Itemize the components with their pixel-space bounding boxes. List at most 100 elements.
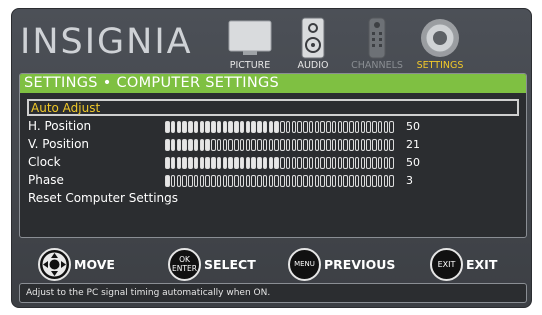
tv-icon	[228, 20, 272, 55]
tab-picture[interactable]: PICTURE	[222, 15, 278, 73]
slider-segment	[245, 157, 251, 169]
osd-menu: INSIGNIA PICTURE AUDIO CHANNELS SETTINGS…	[11, 8, 532, 308]
slider-segment	[193, 175, 199, 187]
slider-segment	[257, 121, 262, 133]
slider-segment	[360, 139, 366, 151]
slider-segment	[285, 139, 291, 151]
slider-segment	[291, 121, 297, 133]
menu-item-reset-computer-settings[interactable]: Reset Computer Settings	[24, 190, 522, 207]
legend-select: OK ENTER SELECT	[168, 245, 256, 283]
slider-segment	[314, 121, 320, 133]
help-text: Adjust to the PC signal timing automatic…	[19, 283, 527, 303]
h-position-value: 50	[406, 120, 420, 133]
slider-segment	[193, 139, 199, 151]
slider-segment	[182, 175, 187, 187]
legend-previous: MENU PREVIOUS	[288, 245, 395, 283]
menu-item-auto-adjust[interactable]: Auto Adjust	[27, 99, 519, 116]
slider-segment	[320, 157, 325, 169]
slider-segment	[262, 175, 268, 187]
h-position-slider[interactable]	[165, 121, 394, 133]
insignia-logo: INSIGNIA	[20, 22, 193, 62]
slider-segment	[337, 121, 343, 133]
slider-segment	[216, 157, 222, 169]
slider-segment	[291, 175, 297, 187]
slider-segment	[245, 121, 251, 133]
slider-segment	[239, 139, 245, 151]
slider-segment	[372, 121, 377, 133]
slider-segment	[205, 139, 210, 151]
tab-settings[interactable]: SETTINGS	[412, 15, 468, 73]
menu-item-label: H. Position	[28, 119, 92, 133]
slider-segment	[257, 175, 262, 187]
slider-segment	[274, 175, 279, 187]
slider-segment	[331, 139, 337, 151]
slider-segment	[285, 175, 291, 187]
slider-segment	[377, 139, 383, 151]
slider-segment	[308, 121, 314, 133]
slider-segment	[165, 139, 170, 151]
slider-segment	[251, 139, 256, 151]
slider-segment	[251, 175, 256, 187]
tab-channels[interactable]: CHANNELS	[342, 15, 412, 73]
dpad-icon	[38, 247, 71, 281]
slider-segment	[222, 139, 228, 151]
slider-segment	[205, 157, 210, 169]
slider-segment	[234, 175, 239, 187]
slider-segment	[176, 121, 182, 133]
menu-item-v-position[interactable]: V. Position 21	[24, 136, 522, 153]
v-position-slider[interactable]	[165, 139, 394, 151]
slider-segment	[326, 175, 331, 187]
slider-segment	[389, 121, 394, 133]
menu-item-label: Reset Computer Settings	[28, 191, 179, 205]
menu-item-label: Phase	[28, 173, 64, 187]
slider-segment	[188, 157, 193, 169]
slider-segment	[222, 121, 228, 133]
clock-value: 50	[406, 156, 420, 169]
slider-segment	[366, 121, 371, 133]
legend-label: PREVIOUS	[324, 256, 396, 272]
menu-item-clock[interactable]: Clock 50	[24, 154, 522, 171]
slider-segment	[331, 175, 337, 187]
slider-segment	[176, 139, 182, 151]
slider-segment	[280, 157, 285, 169]
slider-segment	[314, 139, 320, 151]
slider-segment	[280, 175, 285, 187]
slider-segment	[343, 139, 348, 151]
slider-segment	[320, 139, 325, 151]
slider-segment	[383, 139, 389, 151]
tab-label: PICTURE	[229, 60, 271, 71]
slider-segment	[262, 121, 268, 133]
slider-segment	[280, 121, 285, 133]
slider-segment	[285, 121, 291, 133]
slider-segment	[257, 139, 262, 151]
slider-segment	[360, 121, 366, 133]
slider-segment	[297, 175, 302, 187]
tab-audio[interactable]: AUDIO	[290, 15, 336, 73]
button-legend: MOVE OK ENTER SELECT MENU PREVIOUS EXIT …	[12, 245, 531, 283]
phase-value: 3	[406, 174, 413, 187]
clock-slider[interactable]	[165, 157, 394, 169]
menu-item-label: Clock	[28, 155, 61, 169]
slider-segment	[280, 139, 285, 151]
tab-label: CHANNELS	[351, 60, 403, 71]
slider-segment	[211, 175, 216, 187]
v-position-value: 21	[406, 138, 420, 151]
tab-label: SETTINGS	[416, 60, 464, 71]
slider-segment	[366, 175, 371, 187]
slider-segment	[297, 139, 302, 151]
slider-segment	[377, 121, 383, 133]
phase-slider[interactable]	[165, 175, 394, 187]
slider-segment	[205, 175, 210, 187]
menu-item-h-position[interactable]: H. Position 50	[24, 118, 522, 135]
slider-segment	[199, 139, 205, 151]
slider-segment	[389, 139, 394, 151]
menu-item-phase[interactable]: Phase 3	[24, 172, 522, 189]
slider-segment	[262, 157, 268, 169]
speaker-icon	[301, 17, 325, 59]
ok-enter-button-icon: OK ENTER	[168, 247, 201, 281]
slider-segment	[372, 175, 377, 187]
legend-move: MOVE	[38, 245, 115, 283]
slider-segment	[331, 157, 337, 169]
slider-segment	[337, 157, 343, 169]
legend-label: MOVE	[74, 256, 115, 272]
